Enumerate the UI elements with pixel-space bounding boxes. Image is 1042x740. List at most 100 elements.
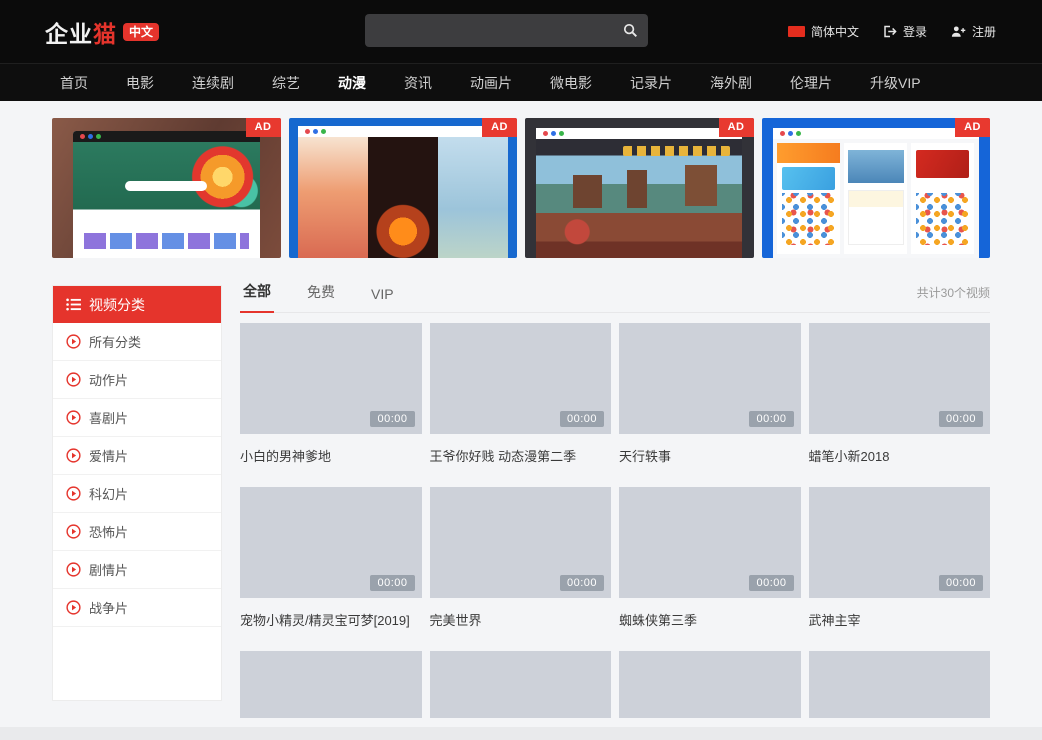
sidebar-item-label: 战争片 [89,598,128,617]
duration-badge: 00:00 [939,575,983,591]
tab-vip[interactable]: VIP [368,286,397,312]
language-selector[interactable]: 简体中文 [788,23,859,40]
video-title[interactable]: 王爷你好贱 动态漫第二季 [430,446,612,465]
video-card-partial[interactable] [430,651,612,718]
video-title[interactable]: 天行轶事 [619,446,801,465]
logo-text-red: 猫 [93,15,116,49]
sidebar-item-label: 科幻片 [89,484,128,503]
nav-item-news[interactable]: 资讯 [404,73,432,93]
list-icon [66,298,81,311]
window-dots [780,131,785,136]
video-card[interactable]: 00:00 武神主宰 [809,487,991,629]
sidebar-filler [53,627,221,700]
nav-item-overseas[interactable]: 海外剧 [710,73,752,93]
nav-item-home[interactable]: 首页 [60,73,88,93]
duration-badge: 00:00 [560,575,604,591]
nav-item-ethics[interactable]: 伦理片 [790,73,832,93]
tab-all[interactable]: 全部 [240,281,274,313]
ad-badge: AD [955,118,990,137]
sidebar-item-label: 恐怖片 [89,522,128,541]
sidebar-item-drama[interactable]: 剧情片 [53,551,221,589]
video-card-partial[interactable] [619,651,801,718]
register-link[interactable]: 注册 [951,23,996,40]
ad-badge: AD [482,118,517,137]
nav-item-movies[interactable]: 电影 [126,73,154,93]
video-thumbnail [619,651,801,718]
video-title[interactable]: 小白的男神爹地 [240,446,422,465]
user-plus-icon [951,25,966,38]
sidebar-item-label: 爱情片 [89,446,128,465]
sidebar-item-comedy[interactable]: 喜剧片 [53,399,221,437]
game-panel [438,137,508,258]
portal-column [844,143,907,254]
sidebar-item-horror[interactable]: 恐怖片 [53,513,221,551]
site-logo[interactable]: 企业猫 中文 [45,0,159,63]
ad-banner-2[interactable]: AD [289,118,518,258]
duration-badge: 00:00 [560,411,604,427]
game-icons-row [623,146,730,156]
ad-badge: AD [246,118,281,137]
language-label: 简体中文 [811,23,859,40]
video-card[interactable]: 00:00 小白的男神爹地 [240,323,422,465]
video-thumbnail: 00:00 [240,323,422,434]
nav-item-series[interactable]: 连续剧 [192,73,234,93]
tab-free[interactable]: 免费 [304,282,338,312]
building-shape [685,165,718,206]
window-dots [80,134,85,139]
banner-browser-window [536,128,742,258]
duration-badge: 00:00 [370,575,414,591]
login-link[interactable]: 登录 [883,23,927,40]
video-card[interactable]: 00:00 蜡笔小新2018 [809,323,991,465]
ad-banner-4[interactable]: AD [762,118,991,258]
sidebar-item-all-categories[interactable]: 所有分类 [53,323,221,361]
sidebar-title: 视频分类 [89,295,145,315]
sidebar-item-war[interactable]: 战争片 [53,589,221,627]
search-box[interactable] [365,14,648,47]
sidebar-item-label: 动作片 [89,370,128,389]
sidebar-item-scifi[interactable]: 科幻片 [53,475,221,513]
sidebar-item-label: 喜剧片 [89,408,128,427]
nav-item-documentary[interactable]: 记录片 [630,73,672,93]
sidebar-item-action[interactable]: 动作片 [53,361,221,399]
play-circle-icon [66,486,81,501]
user-links: 简体中文 登录 注册 [788,0,996,63]
ad-banner-3[interactable]: AD [525,118,754,258]
banner-searchbar-shape [125,181,207,191]
video-thumbnail: 00:00 [430,487,612,598]
video-card-partial[interactable] [809,651,991,718]
video-list-panel: 全部 免费 VIP 共计30个视频 00:00 小白的男神爹地 00:00 王爷… [240,285,990,740]
video-card[interactable]: 00:00 完美世界 [430,487,612,629]
video-card[interactable]: 00:00 蜘蛛侠第三季 [619,487,801,629]
china-flag-icon [788,26,805,37]
play-circle-icon [66,524,81,539]
video-title[interactable]: 武神主宰 [809,610,991,629]
browser-titlebar [536,128,742,139]
duration-badge: 00:00 [749,411,793,427]
sidebar-item-romance[interactable]: 爱情片 [53,437,221,475]
video-title[interactable]: 宠物小精灵/精灵宝可梦[2019] [240,610,422,629]
video-thumbnail: 00:00 [240,487,422,598]
duration-badge: 00:00 [939,411,983,427]
video-card[interactable]: 00:00 天行轶事 [619,323,801,465]
nav-item-cartoon[interactable]: 动画片 [470,73,512,93]
search-input[interactable] [365,23,612,38]
nav-item-microfilm[interactable]: 微电影 [550,73,592,93]
video-title[interactable]: 蜘蛛侠第三季 [619,610,801,629]
sidebar-item-label: 所有分类 [89,332,141,351]
nav-item-anime[interactable]: 动漫 [338,73,366,93]
video-card[interactable]: 00:00 宠物小精灵/精灵宝可梦[2019] [240,487,422,629]
play-circle-icon [66,334,81,349]
video-title[interactable]: 完美世界 [430,610,612,629]
nav-item-upgrade-vip[interactable]: 升级VIP [870,73,921,93]
ad-banner-1[interactable]: AD [52,118,281,258]
video-card-partial[interactable] [240,651,422,718]
search-button[interactable] [612,14,648,47]
building-shape [627,170,648,208]
video-title[interactable]: 蜡笔小新2018 [809,446,991,465]
sidebar-item-label: 剧情片 [89,560,128,579]
banner-browser-window [298,126,508,258]
nav-item-variety[interactable]: 综艺 [272,73,300,93]
sign-in-icon [883,25,897,38]
video-card[interactable]: 00:00 王爷你好贱 动态漫第二季 [430,323,612,465]
play-circle-icon [66,448,81,463]
